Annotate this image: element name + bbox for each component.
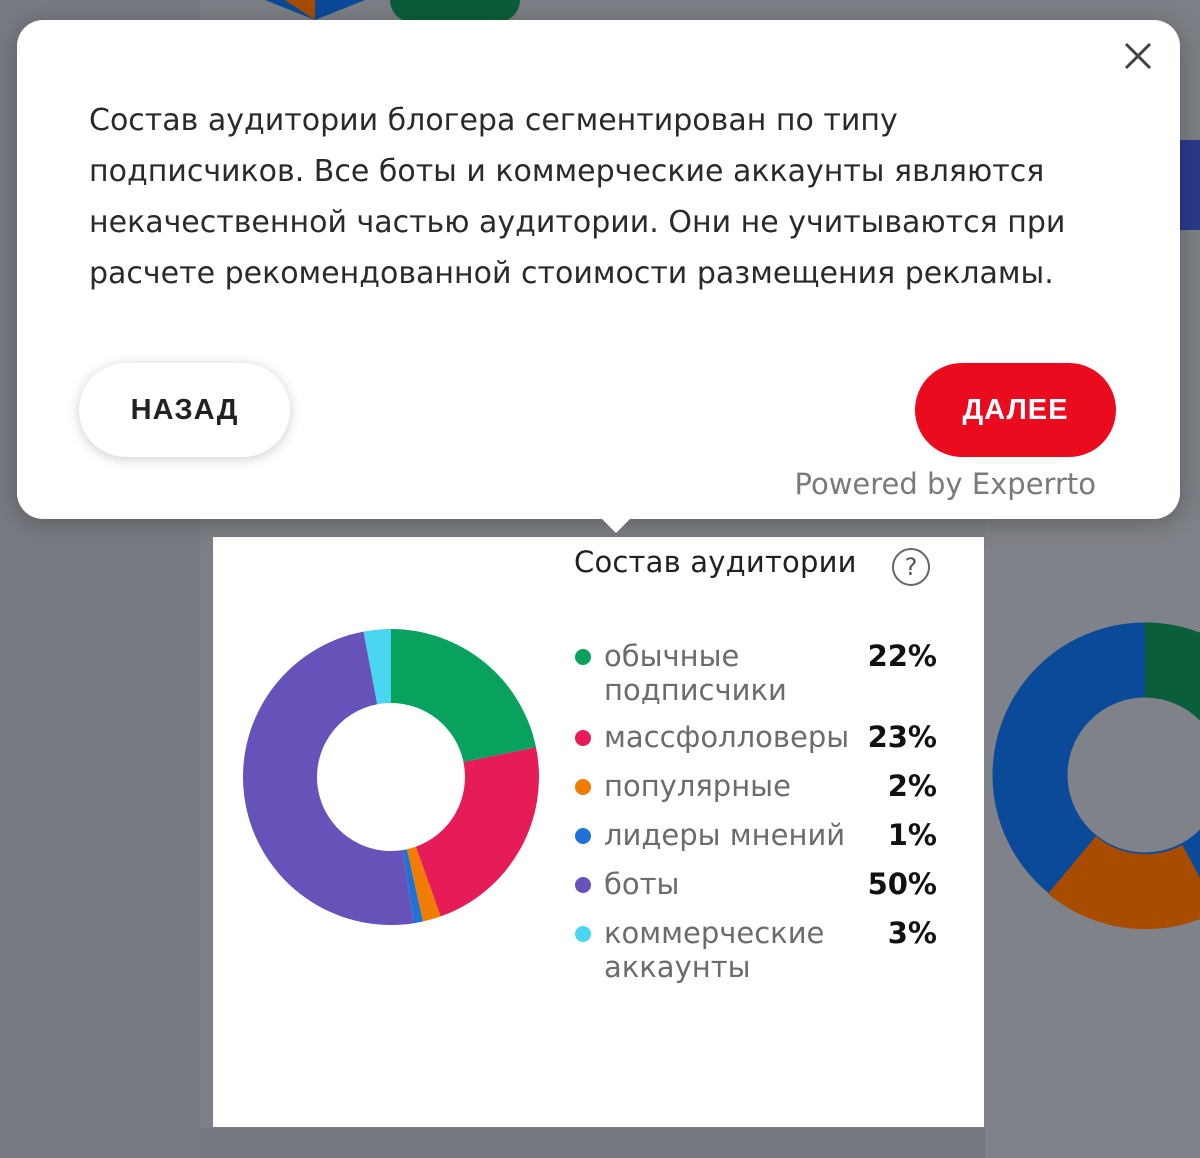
legend-item: популярные 2% xyxy=(571,769,937,805)
powered-by-link[interactable]: Powered by Experrto xyxy=(795,467,1096,501)
tour-tooltip: Состав аудитории блогера сегментирован п… xyxy=(17,20,1180,533)
legend-color-dot xyxy=(575,649,591,665)
legend-label: популярные xyxy=(604,769,791,803)
legend-color-dot xyxy=(575,828,591,844)
legend-color-dot xyxy=(575,779,591,795)
legend-value: 3% xyxy=(887,916,937,950)
legend-item: боты 50% xyxy=(571,867,937,903)
legend-value: 50% xyxy=(867,867,937,901)
back-button[interactable]: НАЗАД xyxy=(79,363,290,457)
legend-item: массфолловеры 23% xyxy=(571,720,937,756)
question-circle-icon[interactable]: ? xyxy=(892,548,930,586)
background-donut-segment-orange xyxy=(1048,835,1200,930)
card-title: Состав аудитории xyxy=(574,545,857,579)
legend-label: массфолловеры xyxy=(604,720,850,754)
background-donut-segment-green xyxy=(1143,622,1200,721)
tooltip-arrow xyxy=(601,518,631,533)
legend-color-dot xyxy=(575,730,591,746)
background-green-blob xyxy=(390,0,520,22)
legend-item: коммерческие аккаунты 3% xyxy=(571,916,937,984)
legend-label: боты xyxy=(604,867,680,901)
backdrop-bottom-strip xyxy=(200,1128,985,1158)
audience-legend: обычные подписчики 22% массфолловеры 23% поп… xyxy=(571,639,937,997)
tooltip-text: Состав аудитории блогера сегментирован п… xyxy=(89,103,1066,291)
legend-item: лидеры мнений 1% xyxy=(571,818,937,854)
legend-color-dot xyxy=(575,877,591,893)
donut-slice-2[interactable] xyxy=(415,747,539,917)
background-chart-fragment xyxy=(265,0,365,20)
audience-donut-chart xyxy=(242,629,539,926)
background-donut-chart xyxy=(992,622,1200,930)
legend-value: 22% xyxy=(867,639,937,673)
background-fragment-orange xyxy=(285,0,315,20)
background-right-blob xyxy=(1180,140,1200,230)
audience-composition-card: Состав аудитории ? обычные подписчики 22%… xyxy=(213,537,984,1127)
legend-item: обычные подписчики 22% xyxy=(571,639,937,707)
legend-value: 23% xyxy=(867,720,937,754)
donut-slice-1[interactable] xyxy=(391,629,536,763)
next-button[interactable]: ДАЛЕЕ xyxy=(915,363,1116,457)
legend-label: обычные подписчики xyxy=(604,639,787,707)
legend-color-dot xyxy=(575,926,591,942)
legend-value: 1% xyxy=(887,818,937,852)
legend-label: коммерческие аккаунты xyxy=(604,916,825,984)
close-icon[interactable] xyxy=(1118,36,1158,76)
legend-value: 2% xyxy=(887,769,937,803)
legend-label: лидеры мнений xyxy=(604,818,846,852)
